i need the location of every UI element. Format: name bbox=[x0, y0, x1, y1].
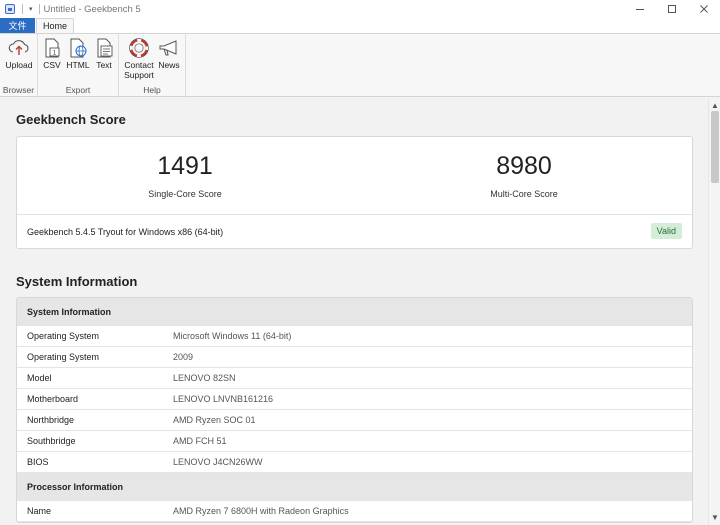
vertical-scrollbar[interactable]: ▲ ▼ bbox=[708, 98, 720, 525]
news-button[interactable]: News bbox=[157, 38, 181, 70]
news-label: News bbox=[158, 60, 180, 70]
row-key: Operating System bbox=[27, 352, 100, 362]
multi-core-score-value: 8980 bbox=[496, 152, 552, 180]
row-value: AMD Ryzen SOC 01 bbox=[173, 415, 256, 425]
close-button[interactable] bbox=[688, 0, 720, 18]
row-value: AMD Ryzen 7 6800H with Radeon Graphics bbox=[173, 506, 349, 516]
ribbon-group-label-help: Help bbox=[143, 85, 161, 95]
row-key: Model bbox=[27, 373, 52, 383]
lifebuoy-icon bbox=[128, 38, 150, 58]
table-section-header: Processor Information bbox=[17, 473, 692, 501]
ribbon: Upload Browser 1 CSV HTML Text Export Co… bbox=[0, 33, 720, 97]
table-section-header: System Information bbox=[17, 298, 692, 326]
row-value: 2009 bbox=[173, 352, 194, 362]
row-key: Motherboard bbox=[27, 394, 79, 404]
table-row: Name AMD Ryzen 7 6800H with Radeon Graph… bbox=[17, 501, 692, 522]
score-divider bbox=[17, 214, 692, 215]
quick-access-separator bbox=[22, 4, 23, 14]
watermark-logo bbox=[616, 479, 696, 519]
table-row: Southbridge AMD FCH 51 bbox=[17, 431, 692, 452]
minimize-button[interactable] bbox=[624, 0, 656, 18]
results-content: Geekbench Score 1491 Single-Core Score 8… bbox=[0, 98, 708, 525]
table-row: Motherboard LENOVO LNVNB161216 bbox=[17, 389, 692, 410]
upload-button[interactable]: Upload bbox=[4, 38, 34, 70]
valid-badge: Valid bbox=[650, 223, 682, 239]
upload-button-label: Upload bbox=[5, 60, 33, 70]
row-value: LENOVO J4CN26WW bbox=[173, 457, 263, 467]
title-bar: ▾ Untitled - Geekbench 5 bbox=[0, 0, 720, 18]
geekbench-score-title: Geekbench Score bbox=[16, 112, 126, 127]
html-file-icon bbox=[67, 38, 89, 58]
export-csv-button[interactable]: 1 CSV bbox=[41, 38, 63, 70]
multi-core-block: 8980 Multi-Core Score bbox=[424, 151, 624, 199]
app-icon[interactable] bbox=[5, 4, 15, 14]
export-html-button[interactable]: HTML bbox=[66, 38, 90, 70]
quick-access-dropdown-icon[interactable]: ▾ bbox=[29, 5, 33, 13]
maximize-button[interactable] bbox=[656, 0, 688, 18]
table-row: Model LENOVO 82SN bbox=[17, 368, 692, 389]
ribbon-group-label-browser: Browser bbox=[2, 85, 35, 95]
quick-access-separator-2 bbox=[38, 4, 40, 14]
ribbon-group-label-export: Export bbox=[65, 85, 91, 95]
close-icon bbox=[700, 5, 708, 13]
export-html-label: HTML bbox=[66, 60, 90, 70]
export-text-button[interactable]: Text bbox=[93, 38, 115, 70]
row-value: LENOVO LNVNB161216 bbox=[173, 394, 274, 404]
table-row: Operating System Microsoft Windows 11 (6… bbox=[17, 326, 692, 347]
ribbon-group-export: 1 CSV HTML Text Export bbox=[38, 34, 119, 97]
row-key: Operating System bbox=[27, 331, 100, 341]
row-key: Southbridge bbox=[27, 436, 76, 446]
ribbon-group-help: Contact Support News Help bbox=[119, 34, 186, 97]
multi-core-score-label: Multi-Core Score bbox=[490, 189, 558, 199]
tab-home[interactable]: Home bbox=[36, 18, 74, 33]
upload-cloud-icon bbox=[8, 38, 30, 58]
row-value: AMD FCH 51 bbox=[173, 436, 227, 446]
csv-file-icon: 1 bbox=[41, 38, 63, 58]
system-information-title: System Information bbox=[16, 274, 138, 289]
row-key: BIOS bbox=[27, 457, 49, 467]
megaphone-icon bbox=[158, 38, 180, 58]
single-core-score-value: 1491 bbox=[157, 152, 213, 180]
table-row: BIOS LENOVO J4CN26WW bbox=[17, 452, 692, 473]
window-title: Untitled - Geekbench 5 bbox=[43, 3, 141, 15]
minimize-icon bbox=[636, 9, 644, 10]
single-core-block: 1491 Single-Core Score bbox=[85, 151, 285, 199]
scroll-thumb[interactable] bbox=[711, 111, 719, 183]
system-information-table: System Information Operating System Micr… bbox=[16, 297, 693, 523]
table-row: Operating System 2009 bbox=[17, 347, 692, 368]
score-card: 1491 Single-Core Score 8980 Multi-Core S… bbox=[16, 136, 693, 249]
contact-support-button[interactable]: Contact Support bbox=[122, 38, 156, 80]
row-key: Northbridge bbox=[27, 415, 75, 425]
single-core-score-label: Single-Core Score bbox=[148, 189, 222, 199]
ribbon-group-browser: Upload Browser bbox=[0, 34, 38, 97]
tab-file[interactable]: 文件 bbox=[0, 18, 35, 33]
export-csv-label: CSV bbox=[43, 60, 61, 70]
scroll-down-arrow-icon[interactable]: ▼ bbox=[711, 513, 719, 522]
row-value: Microsoft Windows 11 (64-bit) bbox=[173, 331, 292, 341]
ribbon-tab-bar: 文件 Home bbox=[0, 18, 720, 33]
version-text: Geekbench 5.4.5 Tryout for Windows x86 (… bbox=[27, 227, 224, 237]
text-file-icon bbox=[93, 38, 115, 58]
row-value: LENOVO 82SN bbox=[173, 373, 236, 383]
export-text-label: Text bbox=[96, 60, 112, 70]
window-controls bbox=[624, 0, 720, 18]
scroll-up-arrow-icon[interactable]: ▲ bbox=[711, 101, 719, 110]
maximize-icon bbox=[668, 5, 676, 13]
table-row: Northbridge AMD Ryzen SOC 01 bbox=[17, 410, 692, 431]
row-key: Name bbox=[27, 506, 52, 516]
contact-support-label: Contact Support bbox=[124, 60, 154, 80]
